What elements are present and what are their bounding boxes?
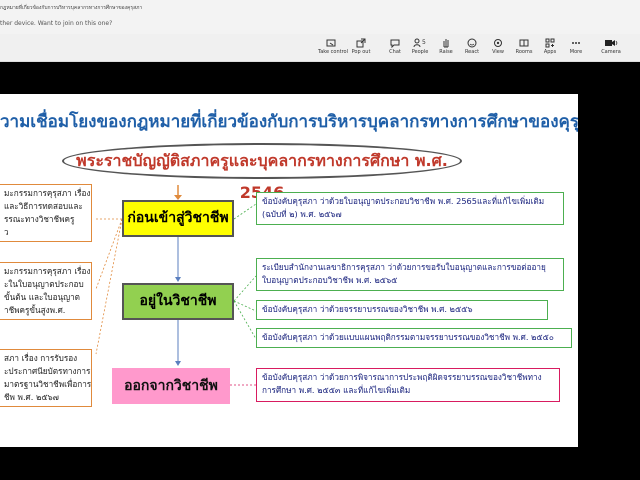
slide-title: วามเชื่อมโยงของกฎหมายที่เกี่ยวข้องกับการ… <box>0 112 578 132</box>
right-box-1-line: (ฉบับที่ ๒) พ.ศ. ๒๕๖๗ <box>262 209 342 219</box>
left-box-2-line: มะกรรมการคุรุสภา เรื่อง <box>4 266 91 276</box>
right-box-4-line: ข้อบังคับคุรุสภา ว่าด้วยแบบแผนพฤติกรรมตา… <box>262 332 554 342</box>
stage-after-box: ออกจากวิชาชีพ <box>112 368 230 404</box>
left-box-1-line: ว <box>4 227 9 237</box>
chat-button[interactable]: Chat <box>382 36 408 60</box>
left-box-1-line: มะกรรมการคุรุสภา เรื่อง <box>4 188 91 198</box>
react-button[interactable]: React <box>459 36 485 60</box>
camera-button[interactable]: Camera <box>598 36 624 60</box>
connector-left-2 <box>95 218 123 290</box>
stage-during-box: อยู่ในวิชาชีพ <box>122 283 234 320</box>
view-label: View <box>492 49 504 55</box>
raise-hand-icon <box>443 39 449 48</box>
view-button[interactable]: View <box>485 36 511 60</box>
more-label: More <box>569 49 583 55</box>
left-box-3-line: มาตรฐานวิชาชีพเพื่อการ <box>4 379 92 389</box>
right-box-1-line: ข้อบังคับคุรุสภา ว่าด้วยใบอนุญาตประกอบวิ… <box>262 196 545 206</box>
arrowhead-during-after <box>175 361 181 366</box>
chat-label: Chat <box>389 49 401 55</box>
connector-right-2 <box>233 275 257 302</box>
right-box-2: ระเบียบสำนักงานเลขาธิการคุรุสภา ว่าด้วยก… <box>256 258 564 291</box>
camera-icon <box>605 40 618 46</box>
right-box-1: ข้อบังคับคุรุสภา ว่าด้วยใบอนุญาตประกอบวิ… <box>256 192 564 225</box>
right-box-2-line: ระเบียบสำนักงานเลขาธิการคุรุสภา ว่าด้วยก… <box>262 262 546 272</box>
apps-icon <box>545 38 555 48</box>
camera-label: Camera <box>601 49 621 55</box>
arrowhead-before-during <box>175 277 181 282</box>
left-box-1-line: รรณะทางวิชาชีพครู <box>4 214 75 224</box>
pop-out-label: Pop out <box>351 49 371 55</box>
presentation-slide: วามเชื่อมโยงของกฎหมายที่เกี่ยวข้องกับการ… <box>0 94 578 447</box>
apps-label: Apps <box>543 49 557 55</box>
take-control-icon <box>326 39 336 47</box>
take-control-button[interactable]: Take control <box>318 36 349 60</box>
left-box-2-line: ขั้นต้น และใบอนุญาต <box>4 292 81 302</box>
people-button[interactable]: 5 People <box>407 36 433 60</box>
react-label: React <box>464 49 480 55</box>
meeting-toolbar: Take control Pop out Chat 5 People Raise… <box>0 34 640 62</box>
left-box-3-line: ชีพ พ.ศ. ๒๕๖๗ <box>4 392 59 402</box>
connector-left-3 <box>95 218 123 355</box>
stage-before-box: ก่อนเข้าสู่วิชาชีพ <box>122 200 234 237</box>
connector-right-1 <box>233 203 257 220</box>
right-box-4: ข้อบังคับคุรุสภา ว่าด้วยแบบแผนพฤติกรรมตา… <box>256 328 572 348</box>
left-box-3-line: ะประกาศนียบัตรทางการ <box>4 366 91 376</box>
shared-screen-stage: วามเชื่อมโยงของกฎหมายที่เกี่ยวข้องกับการ… <box>0 62 640 480</box>
left-box-3-line: สภา เรื่อง การรับรอง <box>4 353 78 363</box>
join-notice-text: ther device. Want to join on this one? <box>0 20 113 27</box>
chat-icon <box>390 39 400 48</box>
raise-label: Raise <box>439 49 453 55</box>
view-icon <box>494 39 502 47</box>
left-box-1: มะกรรมการคุรุสภา เรื่อง และวิธีการทดสอบแ… <box>0 184 92 242</box>
right-box-5-line: ข้อบังคับคุรุสภา ว่าด้วยการพิจารณาการประ… <box>262 372 542 382</box>
right-box-3: ข้อบังคับคุรุสภา ว่าด้วยจรรยาบรรณของวิชา… <box>256 300 548 320</box>
people-count-badge: 5 <box>422 39 426 46</box>
left-box-2-line: ะในใบอนุญาตประกอบ <box>4 279 84 289</box>
rooms-icon <box>519 39 529 47</box>
apps-button[interactable]: Apps <box>537 36 563 60</box>
right-box-5: ข้อบังคับคุรุสภา ว่าด้วยการพิจารณาการประ… <box>256 368 560 402</box>
act-ellipse: พระราชบัญญัติสภาครูและบุคลากรทางการศึกษา… <box>62 143 462 202</box>
right-box-3-line: ข้อบังคับคุรุสภา ว่าด้วยจรรยาบรรณของวิชา… <box>262 304 473 314</box>
window-title: กฎหมายที่เกี่ยวข้องกับการบริหารบุคลากรทา… <box>0 5 143 11</box>
take-control-label: Take control <box>318 49 349 55</box>
left-box-3: สภา เรื่อง การรับรอง ะประกาศนียบัตรทางกา… <box>0 349 92 407</box>
react-icon <box>467 38 477 48</box>
rooms-button[interactable]: Rooms <box>511 36 537 60</box>
connector-right-4 <box>233 300 257 340</box>
join-notice-bar: ther device. Want to join on this one? <box>0 14 640 34</box>
right-box-2-line: ใบอนุญาตประกอบวิชาชีพ พ.ศ. ๒๕๖๕ <box>262 275 398 285</box>
left-box-2: มะกรรมการคุรุสภา เรื่อง ะในใบอนุญาตประกอ… <box>0 262 92 320</box>
people-label: People <box>411 49 429 55</box>
pop-out-button[interactable]: Pop out <box>348 36 374 60</box>
people-icon: 5 <box>413 38 426 48</box>
right-box-5-line: การศึกษา พ.ศ. ๒๕๕๓ และที่แก้ไขเพิ่มเติม <box>262 385 411 395</box>
window-title-bar: กฎหมายที่เกี่ยวข้องกับการบริหารบุคลากรทา… <box>0 0 640 14</box>
more-button[interactable]: More <box>563 36 589 60</box>
rooms-label: Rooms <box>515 49 533 55</box>
left-box-1-line: และวิธีการทดสอบและ <box>4 201 83 211</box>
pop-out-icon <box>356 38 366 48</box>
left-box-2-line: าชีพครูขั้นสูงพ.ศ. <box>4 305 66 315</box>
more-icon <box>572 42 580 44</box>
raise-hand-button[interactable]: Raise <box>433 36 459 60</box>
